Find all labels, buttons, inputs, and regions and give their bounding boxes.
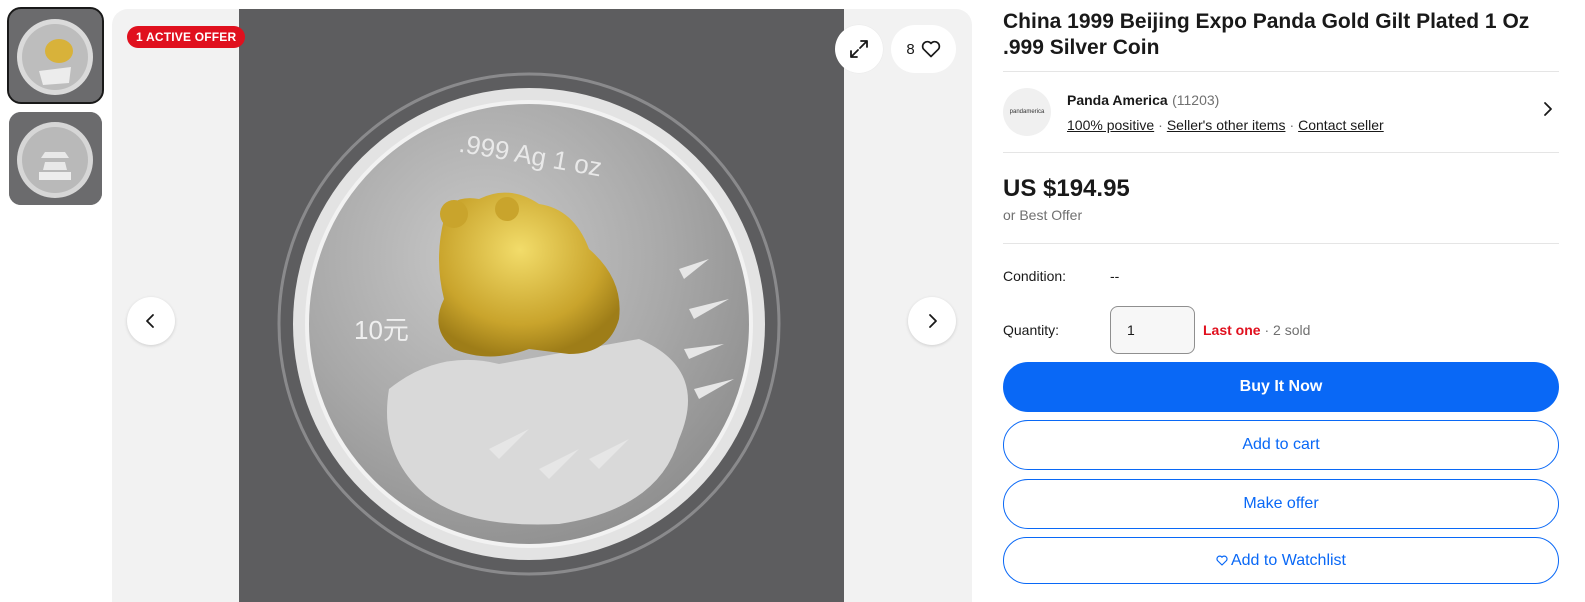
add-to-watchlist-button[interactable]: Add to Watchlist (1003, 537, 1559, 584)
heart-icon (921, 40, 940, 58)
heart-icon (1216, 555, 1228, 566)
coin-front-thumb-image (9, 9, 102, 102)
previous-image-button[interactable] (127, 297, 175, 345)
coin-image: .999 Ag 1 oz 10元 (239, 9, 844, 602)
price-section: US $194.95 or Best Offer (1003, 153, 1559, 243)
thumbnail-back[interactable] (9, 112, 102, 205)
item-price: US $194.95 (1003, 175, 1130, 202)
quantity-label: Quantity: (1003, 322, 1060, 338)
image-gallery: .999 Ag 1 oz 10元 1 ACTIVE OFFER 8 (112, 9, 972, 602)
seller-other-items-link[interactable]: Seller's other items (1167, 117, 1286, 133)
condition-row: Condition: -- (1003, 244, 1559, 302)
chevron-right-icon (929, 314, 937, 328)
last-one-text: Last one (1203, 322, 1261, 338)
buy-it-now-button[interactable]: Buy It Now (1003, 362, 1559, 412)
thumbnail-front[interactable] (7, 7, 104, 104)
seller-card[interactable]: pandamerica Panda America (11203) 100% p… (1003, 72, 1559, 152)
chevron-left-icon (146, 314, 154, 328)
chevron-right-icon[interactable] (1541, 100, 1555, 118)
listing-info: China 1999 Beijing Expo Panda Gold Gilt … (1003, 9, 1559, 588)
watchlist-label: Add to Watchlist (1230, 551, 1346, 569)
seller-logo: pandamerica (1003, 88, 1051, 136)
watch-count-button[interactable]: 8 (891, 25, 956, 73)
sold-count: 2 sold (1273, 322, 1311, 338)
condition-label: Condition: (1003, 268, 1067, 284)
quantity-row: Quantity: 1 Last one · 2 sold (1003, 302, 1559, 358)
action-buttons: Buy It Now Add to cart Make offer Add to… (1003, 358, 1559, 588)
sold-separator: · (1260, 322, 1274, 338)
expand-button[interactable] (835, 25, 883, 73)
positive-feedback-link[interactable]: 100% positive (1067, 117, 1154, 133)
main-product-image[interactable]: .999 Ag 1 oz 10元 (239, 9, 844, 602)
add-to-cart-button[interactable]: Add to cart (1003, 420, 1559, 470)
make-offer-button[interactable]: Make offer (1003, 479, 1559, 529)
watch-count: 8 (906, 40, 915, 58)
best-offer-text: or Best Offer (1003, 207, 1083, 223)
coin-back-thumb-image (9, 112, 102, 205)
seller-name[interactable]: Panda America (1067, 92, 1168, 108)
seller-feedback-count: (11203) (1172, 91, 1220, 108)
condition-value: -- (1110, 268, 1120, 284)
coin-denomination: 10元 (354, 315, 409, 345)
listing-title: China 1999 Beijing Expo Panda Gold Gilt … (1003, 10, 1530, 59)
expand-icon (850, 40, 868, 58)
quantity-input[interactable]: 1 (1110, 306, 1195, 354)
next-image-button[interactable] (908, 297, 956, 345)
contact-seller-link[interactable]: Contact seller (1298, 117, 1384, 133)
active-offer-badge: 1 ACTIVE OFFER (127, 26, 246, 48)
thumbnail-strip (7, 7, 104, 215)
